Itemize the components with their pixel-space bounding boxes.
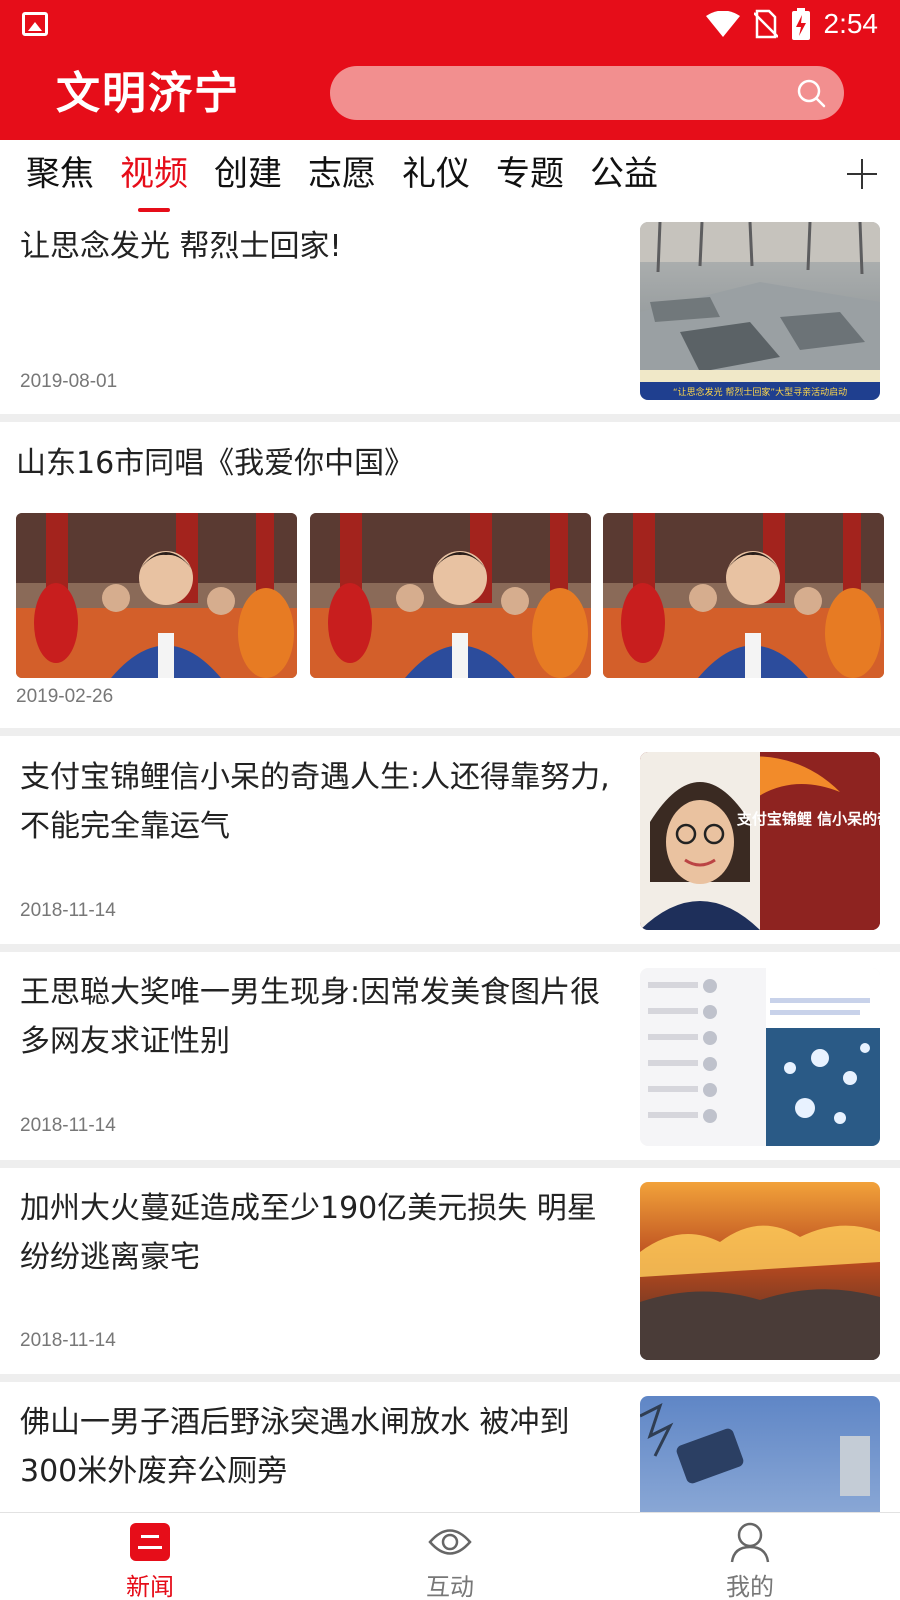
news-date: 2019-08-01	[20, 371, 118, 392]
news-date: 2018-11-14	[20, 1115, 116, 1136]
news-feed[interactable]: 让思念发光 帮烈士回家! 2019-08-01 “让思念发光 帮烈士回家”大型寻…	[0, 216, 900, 1512]
search-icon[interactable]	[796, 78, 826, 108]
news-thumbnail[interactable]	[16, 513, 297, 678]
nav-label: 互动	[426, 1573, 474, 1600]
news-title[interactable]: 加州大火蔓延造成至少190亿美元损失 明星纷纷逃离豪宅	[20, 1184, 610, 1282]
search-bar[interactable]	[330, 66, 844, 120]
news-thumbnail[interactable]	[310, 513, 591, 678]
news-thumbnail[interactable]: 支付宝锦鲤 信小呆的奇遇	[640, 752, 880, 930]
active-tab-indicator	[138, 208, 170, 212]
news-thumbnail[interactable]	[640, 968, 880, 1146]
news-date: 2018-11-14	[20, 900, 116, 921]
battery-charging-icon	[791, 8, 810, 40]
user-icon	[730, 1522, 770, 1563]
tab-special-topics[interactable]: 专题	[496, 154, 564, 194]
gallery-notification-icon	[22, 12, 48, 36]
news-date: 2019-02-26	[16, 686, 114, 707]
app-header: 2:54 文明济宁	[0, 0, 900, 140]
category-tabs: 聚焦 视频 创建 志愿 礼仪 专题 公益	[0, 140, 900, 216]
tab-etiquette[interactable]: 礼仪	[402, 154, 470, 194]
thumbnail-caption: 支付宝锦鲤 信小呆的奇遇	[736, 810, 880, 828]
news-title[interactable]: 王思聪大奖唯一男生现身:因常发美食图片很多网友求证性别	[20, 968, 610, 1066]
news-title[interactable]: 佛山一男子酒后野泳突遇水闸放水 被冲到300米外废弃公厕旁	[20, 1398, 610, 1496]
tab-volunteer[interactable]: 志愿	[308, 154, 376, 194]
clock: 2:54	[823, 8, 879, 39]
app-logo: 文明济宁	[56, 68, 240, 119]
bottom-navigation: 新闻 互动 我的	[0, 1512, 900, 1600]
no-sim-icon	[753, 9, 778, 39]
divider	[0, 944, 900, 952]
news-title[interactable]: 支付宝锦鲤信小呆的奇遇人生:人还得靠努力,不能完全靠运气	[20, 753, 610, 851]
nav-label: 新闻	[126, 1573, 174, 1600]
nav-interact[interactable]: 互动	[370, 1513, 530, 1600]
tab-create[interactable]: 创建	[214, 154, 282, 194]
eye-icon	[428, 1529, 472, 1555]
news-icon	[130, 1523, 170, 1561]
tab-public-welfare[interactable]: 公益	[590, 154, 658, 194]
news-date: 2018-11-14	[20, 1330, 116, 1351]
news-thumbnail[interactable]	[640, 1182, 880, 1360]
tab-focus[interactable]: 聚焦	[26, 154, 94, 194]
add-tab-icon[interactable]	[847, 159, 877, 189]
news-thumbnail[interactable]	[603, 513, 884, 678]
search-input[interactable]	[350, 66, 770, 120]
status-bar: 2:54	[0, 0, 900, 48]
divider	[0, 1160, 900, 1168]
divider	[0, 1374, 900, 1382]
nav-label: 我的	[726, 1573, 774, 1600]
news-thumbnail[interactable]	[640, 1396, 880, 1512]
divider	[0, 728, 900, 736]
news-title[interactable]: 让思念发光 帮烈士回家!	[20, 222, 610, 271]
wifi-icon	[705, 11, 740, 37]
news-title[interactable]: 山东16市同唱《我爱你中国》	[16, 439, 876, 488]
nav-news[interactable]: 新闻	[70, 1513, 230, 1600]
tab-video[interactable]: 视频	[120, 154, 188, 194]
news-thumbnail[interactable]: “让思念发光 帮烈士回家”大型寻亲活动启动	[640, 222, 880, 400]
thumbnail-caption: “让思念发光 帮烈士回家”大型寻亲活动启动	[673, 386, 847, 398]
divider	[0, 414, 900, 422]
nav-mine[interactable]: 我的	[670, 1513, 830, 1600]
